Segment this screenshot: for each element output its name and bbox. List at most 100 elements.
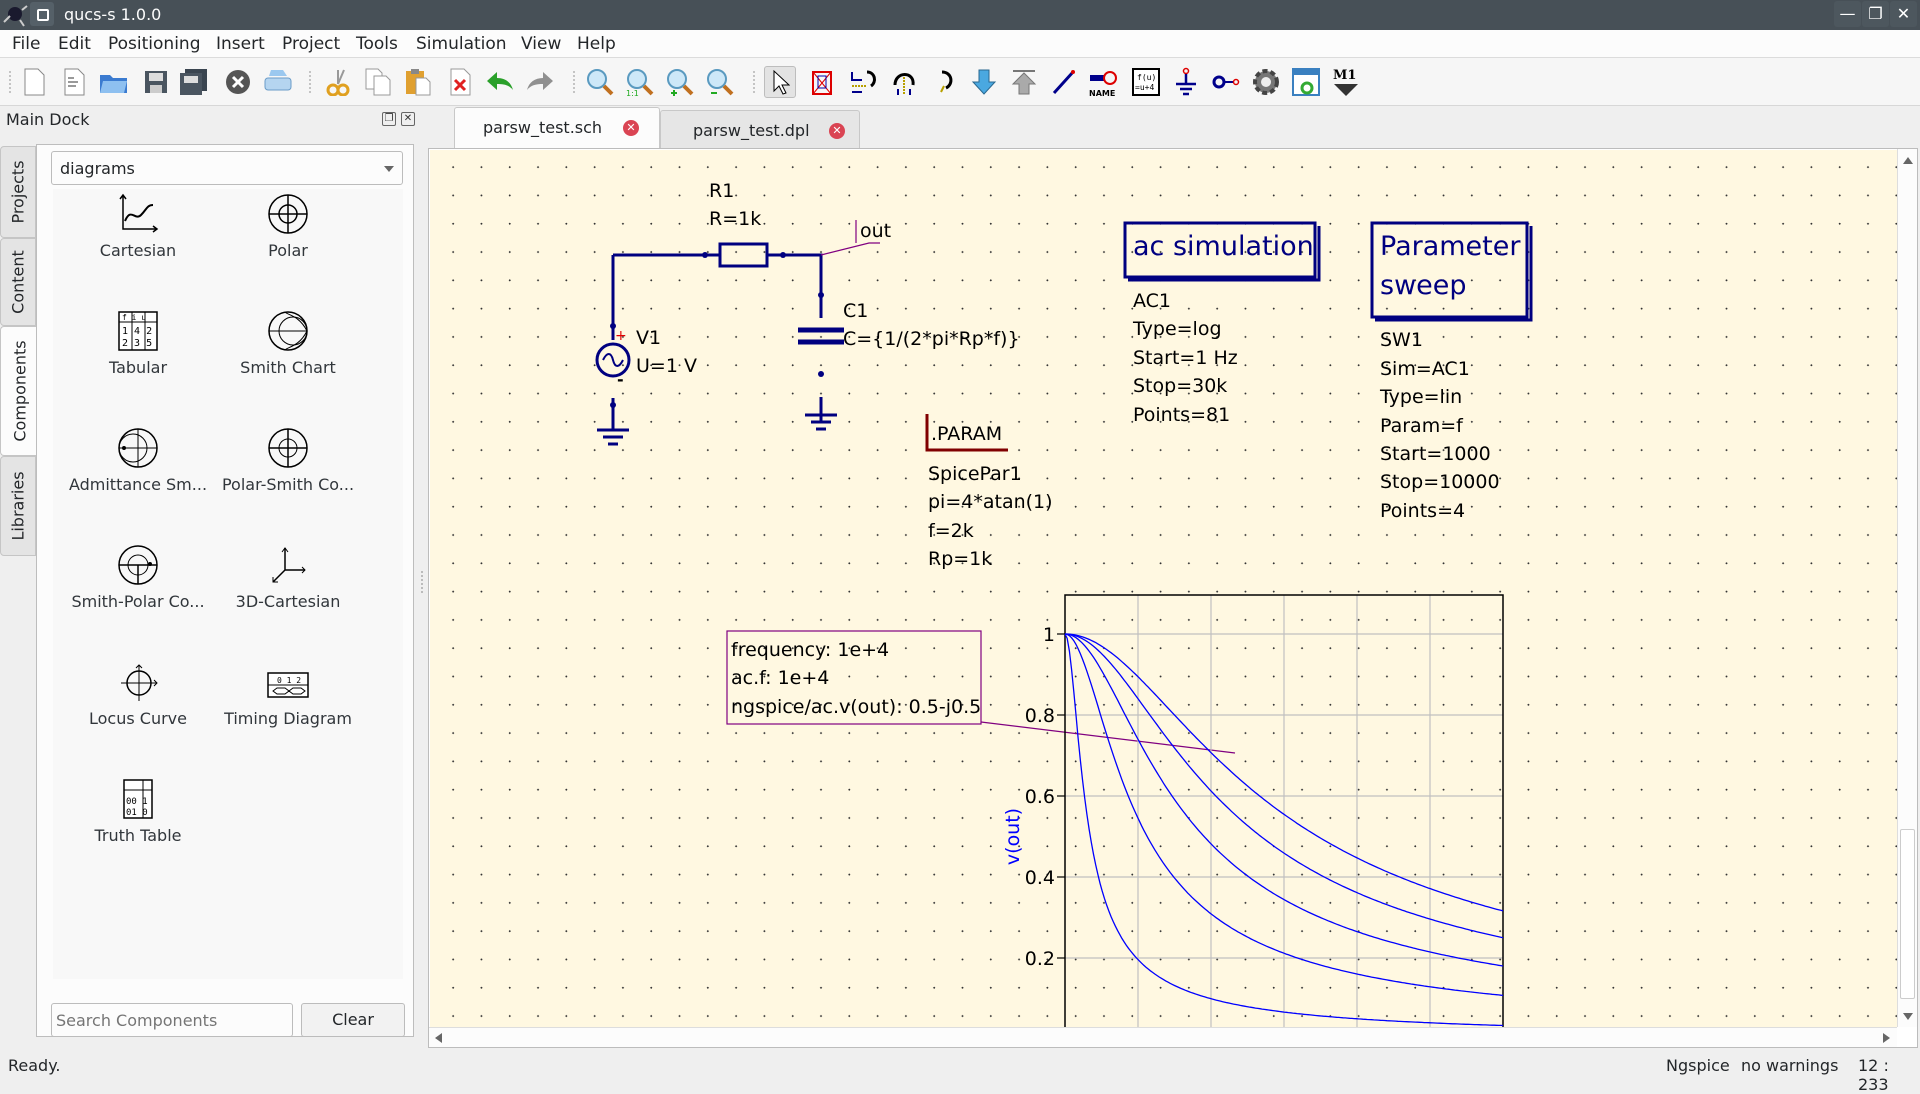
- vertical-scrollbar[interactable]: [1897, 149, 1917, 1027]
- undo-button[interactable]: [484, 66, 516, 98]
- copy-button[interactable]: [362, 66, 394, 98]
- menu-view[interactable]: View: [521, 34, 561, 54]
- menu-edit[interactable]: Edit: [58, 34, 91, 54]
- simulate-button[interactable]: [1250, 66, 1282, 98]
- component-cartesian[interactable]: Cartesian: [53, 189, 223, 289]
- svg-text:NAME: NAME: [1089, 89, 1115, 97]
- search-components-input[interactable]: [51, 1003, 293, 1037]
- equation-button[interactable]: f(u) =u+4: [1130, 66, 1162, 98]
- svg-text:f(u): f(u): [1137, 73, 1156, 82]
- zoom-in-button[interactable]: [664, 66, 696, 98]
- toolbar-handle[interactable]: [8, 70, 12, 94]
- maximize-button[interactable]: ❐: [1862, 1, 1889, 27]
- pop-out-button[interactable]: [1008, 66, 1040, 98]
- tab-parsw-test-sch[interactable]: parsw_test.sch ✕: [454, 107, 660, 148]
- component-truth-table[interactable]: 00 1 01 0 Truth Table: [53, 774, 223, 874]
- menu-simulation[interactable]: Simulation: [416, 34, 507, 54]
- new-text-button[interactable]: [58, 66, 90, 98]
- close-button[interactable]: ✕: [1890, 1, 1917, 27]
- mirror-y-icon: [893, 73, 915, 95]
- label-button[interactable]: NAME: [1088, 66, 1120, 98]
- save-button[interactable]: [140, 66, 172, 98]
- tab-projects[interactable]: Projects: [0, 146, 36, 238]
- component-polar[interactable]: Polar: [203, 189, 373, 289]
- zoom-1to1-button[interactable]: 1:1: [624, 66, 656, 98]
- cartesian-diagram[interactable]: 1 0.8 0.6 0.4 0.2 v(out): [430, 150, 1897, 1027]
- minimize-button[interactable]: —: [1834, 1, 1861, 27]
- port-button[interactable]: [1210, 66, 1242, 98]
- menu-help[interactable]: Help: [577, 34, 616, 54]
- close-tab-icon[interactable]: ✕: [623, 120, 639, 136]
- menu-insert[interactable]: Insert: [216, 34, 265, 54]
- component-timing-diagram[interactable]: 0 1 2 Timing Diagram: [203, 657, 373, 757]
- smith-polar-icon: [118, 545, 158, 585]
- menu-tools[interactable]: Tools: [356, 34, 398, 54]
- copy-icon: [365, 68, 391, 96]
- rotate-button[interactable]: [930, 66, 962, 98]
- cut-button[interactable]: [322, 66, 354, 98]
- paste-button[interactable]: [402, 66, 434, 98]
- ground-button[interactable]: [1170, 66, 1202, 98]
- mirror-y-button[interactable]: [888, 66, 920, 98]
- close-document-button[interactable]: [222, 66, 254, 98]
- zoom-fit-button[interactable]: [584, 66, 616, 98]
- close-icon: ✕: [403, 113, 413, 124]
- polar-diagram-icon: [268, 194, 308, 234]
- go-into-button[interactable]: [968, 66, 1000, 98]
- component-smith-polar[interactable]: Smith-Polar Co...: [53, 540, 223, 640]
- component-polar-smith[interactable]: Polar-Smith Co...: [203, 423, 373, 523]
- tab-libraries[interactable]: Libraries: [0, 456, 36, 556]
- menu-positioning[interactable]: Positioning: [108, 34, 200, 54]
- keep-above-button[interactable]: [30, 2, 54, 26]
- new-document-button[interactable]: [18, 66, 50, 98]
- open-button[interactable]: [98, 66, 130, 98]
- clear-button[interactable]: Clear: [301, 1003, 405, 1037]
- scroll-left-icon[interactable]: [435, 1033, 442, 1043]
- component-admittance-smith[interactable]: Admittance Sm...: [53, 423, 223, 523]
- components-panel: diagrams Cartesian Polar f i u 1 4 22 3 5…: [36, 144, 414, 1037]
- scroll-down-icon[interactable]: [1903, 1013, 1913, 1020]
- maximize-icon: ❐: [1868, 4, 1883, 23]
- tab-components[interactable]: Components: [0, 326, 38, 456]
- tab-parsw-test-dpl[interactable]: parsw_test.dpl ✕: [660, 110, 860, 148]
- wire-button[interactable]: [1048, 66, 1080, 98]
- dock-float-button[interactable]: ❐: [382, 112, 396, 126]
- menu-file[interactable]: File: [12, 34, 40, 54]
- view-data-button[interactable]: [1290, 66, 1322, 98]
- dock-splitter-handle[interactable]: [420, 570, 424, 594]
- category-value: diagrams: [60, 159, 135, 178]
- print-button[interactable]: [262, 66, 294, 98]
- tab-content[interactable]: Content: [0, 238, 36, 326]
- dock-close-button[interactable]: ✕: [401, 112, 415, 126]
- horizontal-scrollbar[interactable]: [429, 1027, 1897, 1047]
- vertical-scroll-thumb[interactable]: [1900, 829, 1915, 999]
- rotate-icon: [940, 70, 953, 93]
- chevron-down-icon: [384, 166, 394, 172]
- zoom-out-button[interactable]: [704, 66, 736, 98]
- toolbar-separator: [572, 70, 576, 94]
- menu-project[interactable]: Project: [282, 34, 340, 54]
- component-smith-chart[interactable]: Smith Chart: [203, 306, 373, 406]
- schematic-view: + - R1 R=1k out C1 C={1/(2*pi*Rp*f)} V1 …: [428, 148, 1918, 1048]
- mirror-x-button[interactable]: [848, 66, 880, 98]
- status-message: Ready.: [8, 1056, 61, 1075]
- component-tabular[interactable]: f i u1 4 22 3 5 Tabular: [53, 306, 223, 406]
- save-all-button[interactable]: [178, 66, 210, 98]
- scroll-right-icon[interactable]: [1883, 1033, 1890, 1043]
- simulator-name: Ngspice: [1666, 1056, 1730, 1075]
- redo-button[interactable]: [524, 66, 556, 98]
- scroll-up-icon[interactable]: [1903, 157, 1913, 164]
- y-tick-label: 0.6: [1025, 786, 1055, 808]
- save-icon: [145, 71, 167, 93]
- marker-button[interactable]: M1: [1330, 66, 1362, 98]
- close-tab-icon[interactable]: ✕: [829, 123, 845, 139]
- category-select[interactable]: diagrams: [51, 151, 403, 185]
- component-locus-curve[interactable]: Locus Curve: [53, 657, 223, 757]
- deactivate-button[interactable]: [806, 66, 838, 98]
- svg-text:00 1: 00 1: [126, 797, 148, 807]
- ground-icon: [1176, 67, 1196, 96]
- select-button[interactable]: [764, 66, 796, 98]
- component-3d-cartesian[interactable]: 3D-Cartesian: [203, 540, 373, 640]
- schematic-canvas[interactable]: + - R1 R=1k out C1 C={1/(2*pi*Rp*f)} V1 …: [430, 150, 1897, 1027]
- delete-button[interactable]: [444, 66, 476, 98]
